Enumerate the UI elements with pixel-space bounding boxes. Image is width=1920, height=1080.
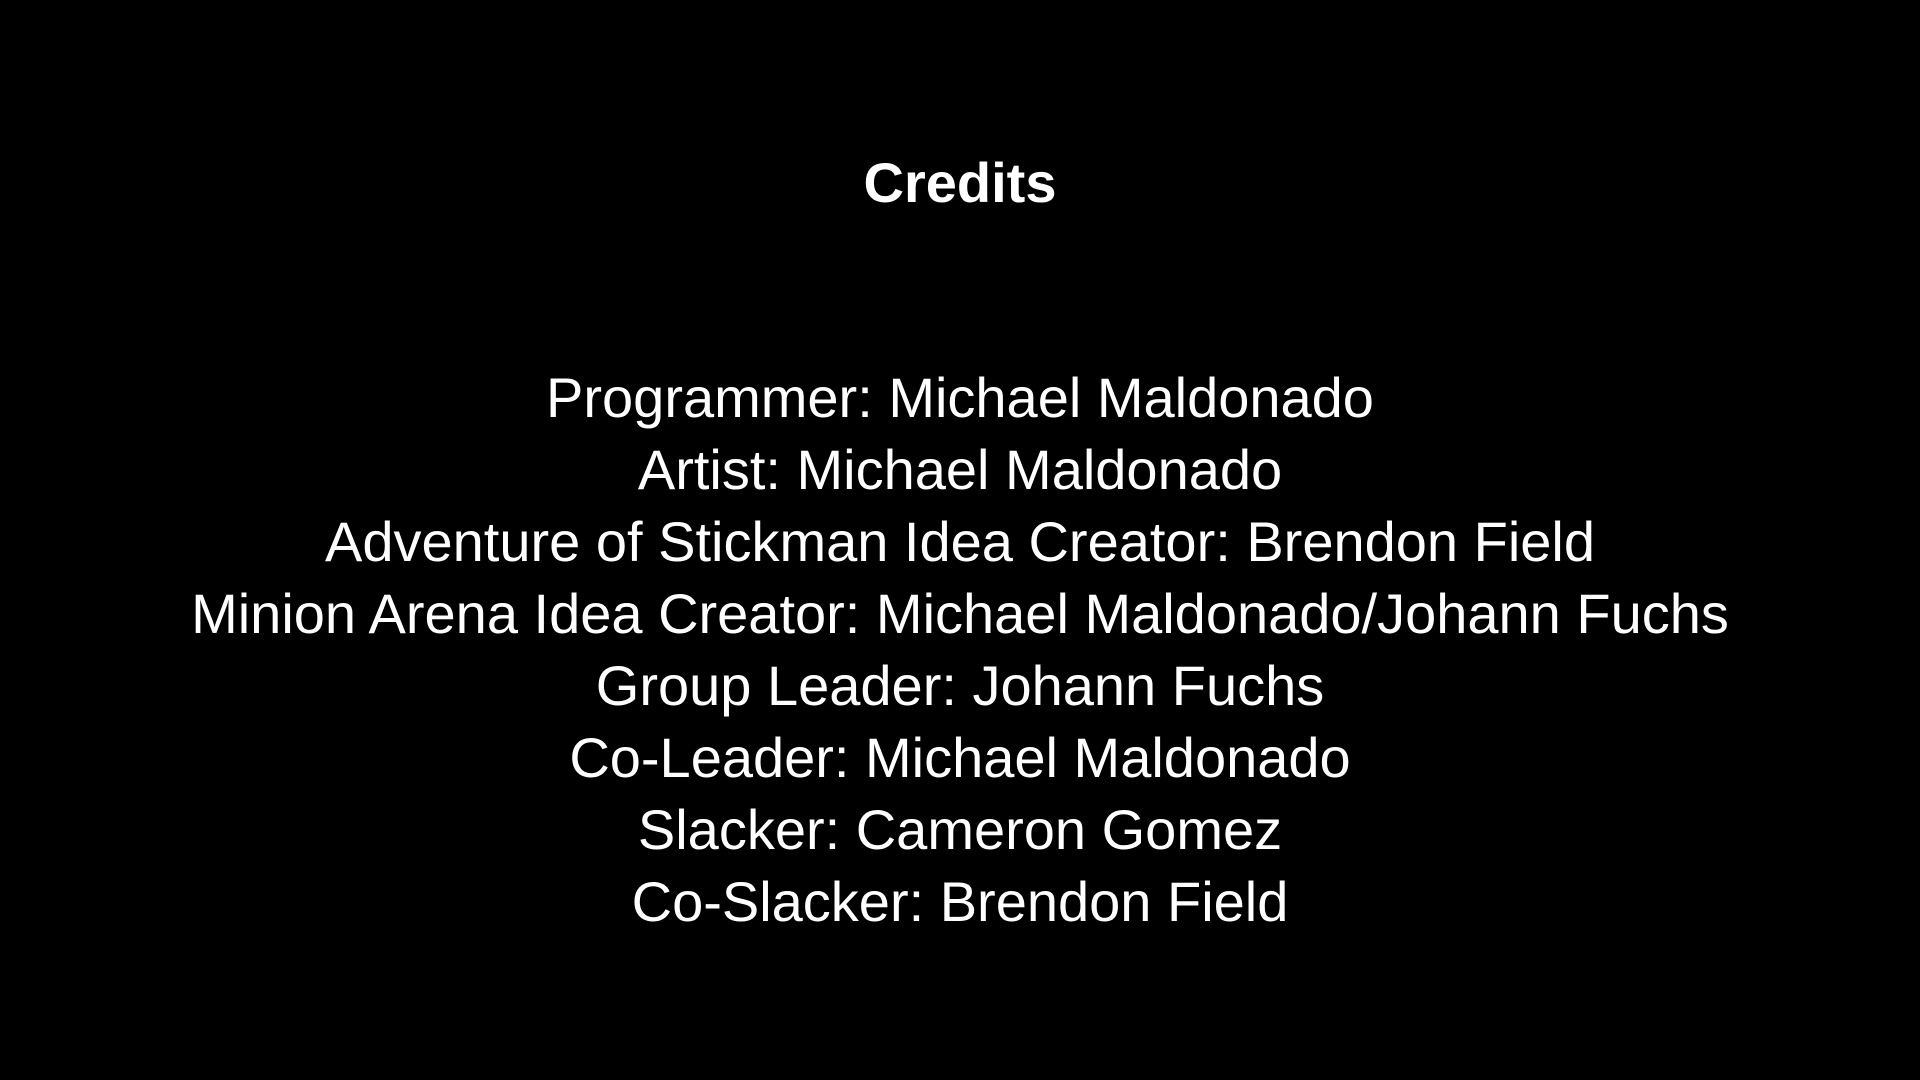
credits-list: Programmer: Michael Maldonado Artist: Mi… [0,362,1920,938]
credits-screen: Credits Programmer: Michael Maldonado Ar… [0,0,1920,1080]
credit-line-artist: Artist: Michael Maldonado [637,438,1283,501]
credit-line-programmer: Programmer: Michael Maldonado [546,366,1374,429]
credit-line-co-leader: Co-Leader: Michael Maldonado [569,726,1351,789]
credit-line-minion-arena-idea-creator: Minion Arena Idea Creator: Michael Maldo… [191,582,1729,645]
credit-line-group-leader: Group Leader: Johann Fuchs [595,654,1325,717]
credit-line-co-slacker: Co-Slacker: Brendon Field [631,870,1289,933]
credit-line-stickman-idea-creator: Adventure of Stickman Idea Creator: Bren… [324,510,1595,573]
credit-line-slacker: Slacker: Cameron Gomez [637,798,1283,861]
credits-title: Credits [863,151,1057,214]
